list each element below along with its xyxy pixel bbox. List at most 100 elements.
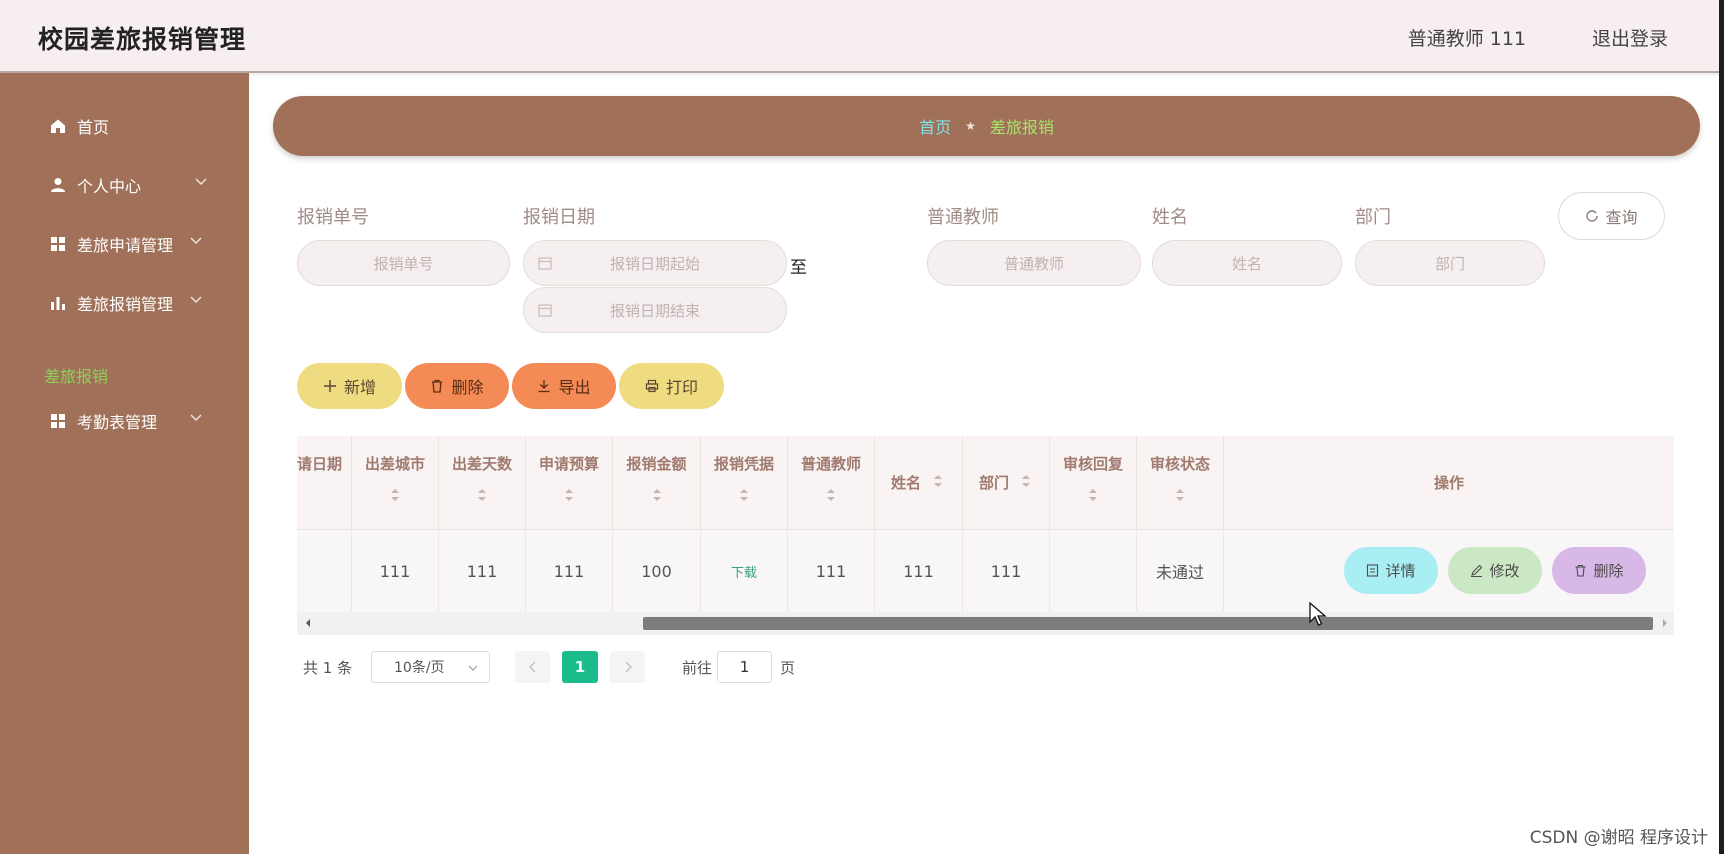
batch-delete-button[interactable]: 删除 bbox=[405, 363, 509, 409]
date-end-input[interactable]: 报销日期结束 bbox=[523, 287, 787, 333]
col-header-name[interactable]: 姓名 bbox=[875, 436, 963, 530]
sort-icon[interactable] bbox=[564, 488, 574, 502]
table-header: 请日期 出差城市 出差天数 申请预算 报销金额 报销凭据 普通教师 姓名 部门 … bbox=[297, 436, 1674, 530]
sort-icon[interactable] bbox=[739, 488, 749, 502]
grid-icon bbox=[51, 414, 65, 428]
edit-button-label: 修改 bbox=[1489, 562, 1520, 580]
name-input[interactable]: 姓名 bbox=[1152, 240, 1342, 286]
teacher-input[interactable]: 普通教师 bbox=[927, 240, 1141, 286]
name-label: 姓名 bbox=[1152, 207, 1188, 228]
export-button[interactable]: 导出 bbox=[512, 363, 616, 409]
breadcrumb: 首页 ★ 差旅报销 bbox=[273, 96, 1700, 156]
row-delete-button[interactable]: 删除 bbox=[1552, 547, 1646, 594]
calendar-icon bbox=[538, 304, 552, 317]
sort-icon[interactable] bbox=[652, 488, 662, 502]
sidebar-item-travel-reimburse[interactable]: 差旅报销管理 bbox=[50, 288, 202, 318]
goto-label: 前往 bbox=[682, 658, 713, 677]
sidebar-item-label: 首页 bbox=[77, 118, 110, 137]
scroll-right-icon[interactable] bbox=[1660, 618, 1670, 628]
cell-status: 未通过 bbox=[1137, 530, 1224, 612]
table-row: 111 111 111 100 下载 111 111 111 未通过 详情 修改… bbox=[297, 530, 1674, 612]
print-button-label: 打印 bbox=[665, 378, 698, 397]
bar-chart-icon bbox=[51, 297, 65, 310]
chevron-down-icon bbox=[468, 665, 478, 671]
date-start-input[interactable]: 报销日期起始 bbox=[523, 240, 787, 286]
sort-icon[interactable] bbox=[1021, 474, 1031, 488]
search-icon bbox=[1586, 210, 1599, 222]
next-page-button[interactable] bbox=[610, 651, 645, 683]
sidebar-item-home[interactable]: 首页 bbox=[50, 111, 109, 141]
plus-icon bbox=[323, 380, 336, 392]
cell-days: 111 bbox=[439, 530, 526, 612]
sidebar-item-personal[interactable]: 个人中心 bbox=[50, 170, 207, 200]
chevron-down-icon bbox=[190, 296, 202, 304]
breadcrumb-home[interactable]: 首页 bbox=[919, 114, 951, 138]
page-size-select[interactable]: 10条/页 bbox=[371, 651, 490, 683]
chevron-left-icon bbox=[528, 661, 535, 673]
chevron-down-icon bbox=[190, 414, 202, 422]
cell-teacher: 111 bbox=[788, 530, 875, 612]
query-button[interactable]: 查询 bbox=[1558, 192, 1665, 240]
sidebar-item-attendance[interactable]: 考勤表管理 bbox=[50, 406, 202, 436]
scroll-left-icon[interactable] bbox=[303, 618, 313, 628]
col-header-apply-date[interactable]: 请日期 bbox=[297, 436, 352, 530]
sort-icon[interactable] bbox=[933, 474, 943, 488]
col-header-budget[interactable]: 申请预算 bbox=[526, 436, 613, 530]
app-title: 校园差旅报销管理 bbox=[38, 25, 247, 54]
export-button-label: 导出 bbox=[558, 378, 591, 397]
edit-button[interactable]: 修改 bbox=[1448, 547, 1542, 594]
pagination-total: 共 1 条 bbox=[303, 658, 353, 677]
trash-icon bbox=[432, 379, 443, 393]
print-button[interactable]: 打印 bbox=[619, 363, 724, 409]
sort-icon[interactable] bbox=[390, 488, 400, 502]
star-icon: ★ bbox=[965, 119, 976, 133]
teacher-label: 普通教师 bbox=[927, 207, 999, 228]
grid-icon bbox=[51, 237, 65, 251]
col-header-status[interactable]: 审核状态 bbox=[1137, 436, 1224, 530]
cell-city: 111 bbox=[352, 530, 439, 612]
sidebar-item-label: 考勤表管理 bbox=[77, 413, 158, 432]
name-placeholder: 姓名 bbox=[1231, 254, 1262, 273]
printer-icon bbox=[645, 379, 659, 393]
sort-icon[interactable] bbox=[1175, 488, 1185, 502]
query-button-label: 查询 bbox=[1605, 208, 1638, 227]
col-header-city[interactable]: 出差城市 bbox=[352, 436, 439, 530]
col-header-actions: 操作 bbox=[1433, 474, 1464, 492]
download-icon bbox=[538, 380, 550, 393]
col-header-reply[interactable]: 审核回复 bbox=[1050, 436, 1137, 530]
sidebar-item-label: 个人中心 bbox=[77, 177, 142, 196]
sort-icon[interactable] bbox=[477, 488, 487, 502]
goto-page-input[interactable]: 1 bbox=[717, 651, 772, 683]
data-table: 请日期 出差城市 出差天数 申请预算 报销金额 报销凭据 普通教师 姓名 部门 … bbox=[297, 436, 1674, 635]
teacher-placeholder: 普通教师 bbox=[1003, 254, 1064, 273]
col-header-proof[interactable]: 报销凭据 bbox=[701, 436, 788, 530]
calendar-icon bbox=[538, 257, 552, 270]
col-header-teacher[interactable]: 普通教师 bbox=[788, 436, 875, 530]
col-header-amount[interactable]: 报销金额 bbox=[613, 436, 701, 530]
horizontal-scrollbar[interactable] bbox=[297, 612, 1674, 635]
detail-button[interactable]: 详情 bbox=[1344, 547, 1438, 594]
order-no-placeholder: 报销单号 bbox=[373, 254, 434, 273]
cell-budget: 111 bbox=[526, 530, 613, 612]
col-header-days[interactable]: 出差天数 bbox=[439, 436, 526, 530]
top-header: 校园差旅报销管理 普通教师 111 退出登录 bbox=[0, 0, 1724, 73]
scrollbar-thumb[interactable] bbox=[643, 617, 1653, 630]
add-button[interactable]: 新增 bbox=[297, 363, 402, 409]
sidebar-item-label: 差旅报销管理 bbox=[77, 295, 174, 314]
current-user: 普通教师 111 bbox=[1407, 28, 1526, 50]
sort-icon[interactable] bbox=[1088, 488, 1098, 502]
sidebar-item-travel-apply[interactable]: 差旅申请管理 bbox=[50, 229, 202, 259]
download-link[interactable]: 下载 bbox=[701, 530, 788, 612]
col-header-dept[interactable]: 部门 bbox=[963, 436, 1050, 530]
dept-input[interactable]: 部门 bbox=[1355, 240, 1545, 286]
sort-icon[interactable] bbox=[826, 488, 836, 502]
date-end-placeholder: 报销日期结束 bbox=[609, 301, 700, 320]
order-no-input[interactable]: 报销单号 bbox=[297, 240, 510, 286]
logout-link[interactable]: 退出登录 bbox=[1592, 24, 1668, 51]
sidebar-subitem-reimburse[interactable]: 差旅报销 bbox=[44, 363, 108, 387]
user-icon bbox=[51, 178, 65, 192]
cell-reply bbox=[1050, 530, 1137, 612]
prev-page-button[interactable] bbox=[515, 651, 550, 683]
page-number-current[interactable]: 1 bbox=[562, 651, 598, 683]
sidebar: 首页 个人中心 差旅申请管理 差旅报销管理 差旅报销 考勤表管理 bbox=[0, 73, 249, 854]
